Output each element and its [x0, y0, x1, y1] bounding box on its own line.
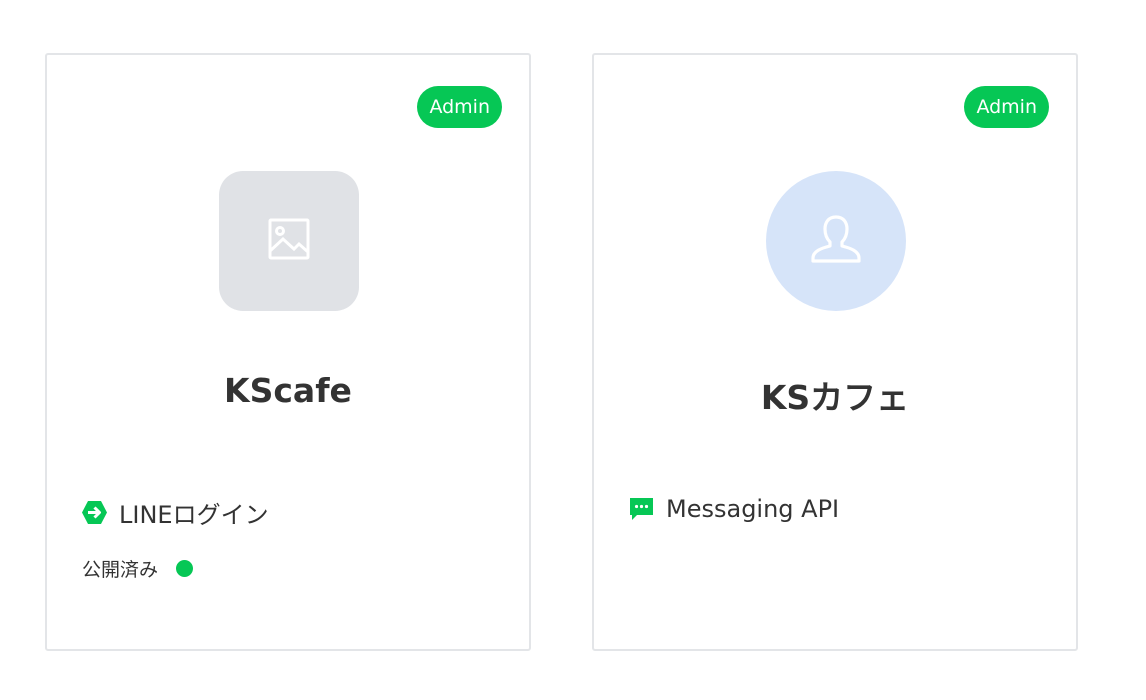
status-dot-icon [176, 560, 194, 577]
channel-type: LINEログイン [82, 495, 269, 530]
channel-card-ks-cafe-jp[interactable]: Admin KSカフェ Messaging API [592, 53, 1078, 651]
channel-type-label: LINEログイン [119, 501, 269, 529]
channel-grid: Admin KScafe LINEログイン 公開済み Admin KSカフェ M… [0, 0, 1146, 700]
channel-card-kscafe[interactable]: Admin KScafe LINEログイン 公開済み [45, 53, 531, 651]
messaging-api-icon [629, 497, 654, 522]
channel-name: KScafe [224, 371, 352, 410]
line-login-icon [82, 500, 107, 525]
channel-name: KSカフェ [760, 378, 910, 417]
channel-avatar [766, 171, 906, 311]
user-placeholder-icon [808, 211, 864, 272]
image-placeholder-icon [267, 217, 311, 266]
admin-badge: Admin [417, 86, 502, 128]
channel-avatar [219, 171, 359, 311]
publish-status-label: 公開済み [82, 559, 159, 581]
publish-status: 公開済み [82, 555, 194, 582]
channel-type: Messaging API [629, 495, 839, 523]
admin-badge: Admin [964, 86, 1049, 128]
channel-type-label: Messaging API [666, 495, 840, 523]
